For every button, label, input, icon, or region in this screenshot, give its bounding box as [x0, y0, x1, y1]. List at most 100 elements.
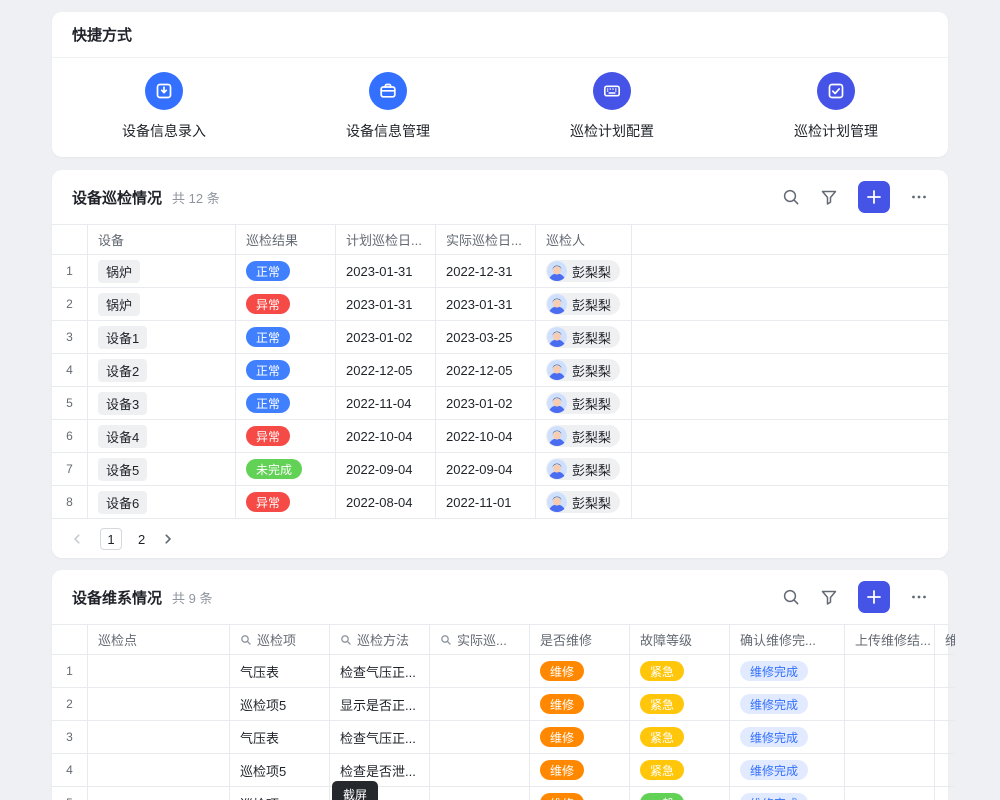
table-row[interactable]: 3 气压表 检查气压正... 维修 紧急 维修完成: [52, 721, 948, 754]
table-row[interactable]: 5 巡检项5 显示... 维修 一般 维修完成: [52, 787, 948, 800]
shortcut-device-manage[interactable]: 设备信息管理: [276, 72, 500, 141]
result-cell[interactable]: 正常: [236, 255, 336, 288]
row-index[interactable]: 2: [52, 688, 88, 721]
table-row[interactable]: 5 设备3 正常 2022-11-04 2023-01-02 彭梨梨: [52, 387, 948, 420]
confirm-cell[interactable]: 维修完成: [730, 787, 845, 800]
prev-page-icon[interactable]: [70, 532, 84, 546]
more-icon[interactable]: [910, 588, 928, 606]
filter-icon[interactable]: [820, 588, 838, 606]
col-inspector[interactable]: 巡检人: [536, 225, 632, 255]
shortcut-plan-config[interactable]: 巡检计划配置: [500, 72, 724, 141]
method-cell[interactable]: 检查气压正...: [330, 655, 430, 688]
point-cell[interactable]: [88, 688, 230, 721]
actual-date-cell[interactable]: 2023-01-02: [436, 387, 536, 420]
inspector-cell[interactable]: 彭梨梨: [536, 255, 632, 288]
row-index[interactable]: 6: [52, 420, 88, 453]
col-confirm[interactable]: 确认维修完...: [730, 625, 845, 655]
device-cell[interactable]: 锅炉: [88, 255, 236, 288]
device-cell[interactable]: 设备4: [88, 420, 236, 453]
result-cell[interactable]: 正常: [236, 354, 336, 387]
row-index[interactable]: 4: [52, 354, 88, 387]
row-index[interactable]: 7: [52, 453, 88, 486]
repair-cell[interactable]: 维修: [530, 688, 630, 721]
result-cell[interactable]: 异常: [236, 288, 336, 321]
plan-date-cell[interactable]: 2022-11-04: [336, 387, 436, 420]
upload-cell[interactable]: [845, 655, 935, 688]
upload-cell[interactable]: [845, 688, 935, 721]
row-index[interactable]: 4: [52, 754, 88, 787]
page-2-button[interactable]: 2: [138, 532, 145, 547]
result-cell[interactable]: 异常: [236, 486, 336, 519]
table-row[interactable]: 4 设备2 正常 2022-12-05 2022-12-05 彭梨梨: [52, 354, 948, 387]
result-cell[interactable]: 未完成: [236, 453, 336, 486]
point-cell[interactable]: [88, 754, 230, 787]
item-cell[interactable]: 巡检项5: [230, 754, 330, 787]
repair-cell[interactable]: 维修: [530, 655, 630, 688]
device-cell[interactable]: 设备3: [88, 387, 236, 420]
confirm-cell[interactable]: 维修完成: [730, 754, 845, 787]
plan-date-cell[interactable]: 2022-10-04: [336, 420, 436, 453]
actual-result-cell[interactable]: [430, 655, 530, 688]
item-cell[interactable]: 巡检项5: [230, 787, 330, 800]
repair-cell[interactable]: 维修: [530, 787, 630, 800]
search-icon[interactable]: [782, 588, 800, 606]
level-cell[interactable]: 紧急: [630, 655, 730, 688]
result-cell[interactable]: 异常: [236, 420, 336, 453]
next-page-icon[interactable]: [161, 532, 175, 546]
col-point[interactable]: 巡检点: [88, 625, 230, 655]
inspector-cell[interactable]: 彭梨梨: [536, 354, 632, 387]
col-item[interactable]: 巡检项: [230, 625, 330, 655]
col-actual-date[interactable]: 实际巡检日...: [436, 225, 536, 255]
actual-date-cell[interactable]: 2022-11-01: [436, 486, 536, 519]
confirm-cell[interactable]: 维修完成: [730, 688, 845, 721]
actual-result-cell[interactable]: [430, 787, 530, 800]
shortcut-device-entry[interactable]: 设备信息录入: [52, 72, 276, 141]
row-index[interactable]: 2: [52, 288, 88, 321]
col-device[interactable]: 设备: [88, 225, 236, 255]
row-index[interactable]: 5: [52, 387, 88, 420]
level-cell[interactable]: 紧急: [630, 754, 730, 787]
table-row[interactable]: 1 锅炉 正常 2023-01-31 2022-12-31 彭梨梨: [52, 255, 948, 288]
level-cell[interactable]: 一般: [630, 787, 730, 800]
device-cell[interactable]: 设备2: [88, 354, 236, 387]
row-index[interactable]: 1: [52, 255, 88, 288]
plan-date-cell[interactable]: 2022-08-04: [336, 486, 436, 519]
confirm-cell[interactable]: 维修完成: [730, 721, 845, 754]
plan-date-cell[interactable]: 2023-01-31: [336, 255, 436, 288]
col-plan-date[interactable]: 计划巡检日...: [336, 225, 436, 255]
plan-date-cell[interactable]: 2023-01-02: [336, 321, 436, 354]
actual-result-cell[interactable]: [430, 721, 530, 754]
upload-cell[interactable]: [845, 721, 935, 754]
repair-cell[interactable]: 维修: [530, 721, 630, 754]
level-cell[interactable]: 紧急: [630, 688, 730, 721]
repair-cell[interactable]: 维修: [530, 754, 630, 787]
col-upload[interactable]: 上传维修结...: [845, 625, 935, 655]
device-cell[interactable]: 锅炉: [88, 288, 236, 321]
inspector-cell[interactable]: 彭梨梨: [536, 387, 632, 420]
table-row[interactable]: 4 巡检项5 检查是否泄... 维修 紧急 维修完成: [52, 754, 948, 787]
col-method[interactable]: 巡检方法: [330, 625, 430, 655]
table-row[interactable]: 2 锅炉 异常 2023-01-31 2023-01-31 彭梨梨: [52, 288, 948, 321]
col-last-cut[interactable]: 维: [935, 625, 955, 655]
actual-date-cell[interactable]: 2022-12-05: [436, 354, 536, 387]
inspector-cell[interactable]: 彭梨梨: [536, 420, 632, 453]
point-cell[interactable]: [88, 655, 230, 688]
result-cell[interactable]: 正常: [236, 321, 336, 354]
point-cell[interactable]: [88, 721, 230, 754]
row-index[interactable]: 8: [52, 486, 88, 519]
actual-date-cell[interactable]: 2022-12-31: [436, 255, 536, 288]
add-record-button[interactable]: [858, 181, 890, 213]
inspector-cell[interactable]: 彭梨梨: [536, 453, 632, 486]
col-level[interactable]: 故障等级: [630, 625, 730, 655]
item-cell[interactable]: 气压表: [230, 721, 330, 754]
row-index[interactable]: 3: [52, 321, 88, 354]
actual-date-cell[interactable]: 2023-01-31: [436, 288, 536, 321]
search-icon[interactable]: [782, 188, 800, 206]
table-row[interactable]: 8 设备6 异常 2022-08-04 2022-11-01 彭梨梨: [52, 486, 948, 519]
upload-cell[interactable]: [845, 787, 935, 800]
table-row[interactable]: 3 设备1 正常 2023-01-02 2023-03-25 彭梨梨: [52, 321, 948, 354]
actual-date-cell[interactable]: 2022-10-04: [436, 420, 536, 453]
add-record-button[interactable]: [858, 581, 890, 613]
more-icon[interactable]: [910, 188, 928, 206]
item-cell[interactable]: 气压表: [230, 655, 330, 688]
